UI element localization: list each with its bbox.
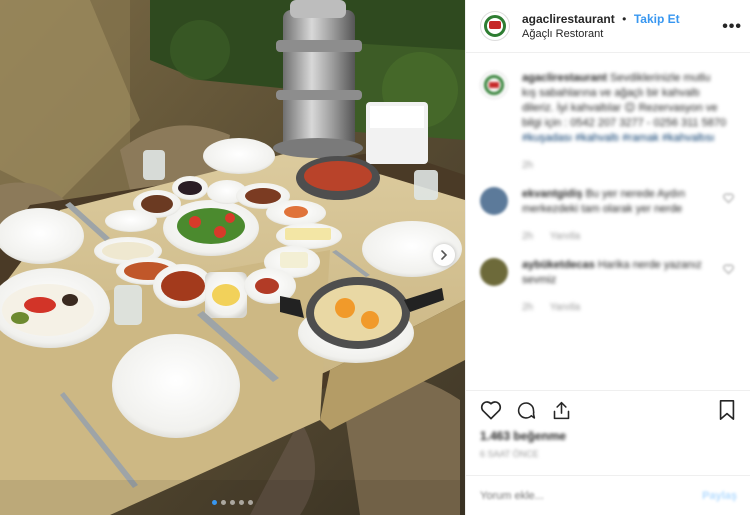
post-photo[interactable] — [0, 0, 465, 515]
carousel-dot — [212, 500, 217, 505]
breakfast-photo-illustration — [0, 0, 465, 515]
more-options-icon[interactable]: ••• — [722, 18, 742, 36]
carousel-dot — [221, 500, 226, 505]
post-time: 6 saat önce — [480, 449, 539, 459]
heart-icon[interactable] — [480, 400, 502, 420]
carousel-indicator — [0, 500, 465, 505]
commenter-avatar[interactable] — [480, 258, 508, 286]
chevron-right-icon — [441, 250, 448, 260]
likes-count[interactable]: 1.463 beğenme — [480, 429, 737, 443]
comment-heart-icon[interactable] — [723, 193, 734, 203]
carousel-dot — [239, 500, 244, 505]
comment-heart-icon[interactable] — [723, 264, 734, 274]
header-separator: • — [622, 11, 627, 26]
follow-button[interactable]: Takip Et — [634, 12, 680, 26]
comment-hashtags[interactable]: #kuşadası #kahvaltı #ramak #kahvaltısı — [522, 132, 715, 144]
bookmark-icon[interactable] — [717, 399, 737, 421]
carousel-dot — [248, 500, 253, 505]
commenter-username[interactable]: agaclirestaurant — [522, 72, 607, 84]
commenter-username[interactable]: aybüketdecas — [522, 259, 595, 271]
caption-comment: agaclirestaurant Sevdiklerinizle mutlu k… — [480, 71, 736, 173]
comments-list: agaclirestaurant Sevdiklerinizle mutlu k… — [466, 53, 750, 390]
commenter-avatar[interactable] — [480, 71, 508, 99]
carousel-next-button[interactable] — [433, 244, 455, 266]
post-comment-button[interactable]: Paylaş — [702, 490, 737, 502]
post-header: agaclirestaurant • Takip Et Ağaçlı Resto… — [466, 0, 750, 53]
comment-item: aybüketdecas Harika nerde yazanız sevmiz… — [480, 258, 736, 315]
profile-avatar[interactable] — [480, 11, 510, 41]
commenter-avatar[interactable] — [480, 187, 508, 215]
location-link[interactable]: Ağaçlı Restorant — [522, 27, 680, 42]
post-actions: 1.463 beğenme 6 saat önce — [466, 390, 750, 475]
comment-item: ekvantgidiş Bu yer nerede Aydın merkezde… — [480, 187, 736, 244]
comment-time: 2h — [522, 160, 534, 171]
share-icon[interactable] — [551, 400, 572, 421]
comment-time: 2h — [522, 231, 534, 242]
carousel-dot — [230, 500, 235, 505]
commenter-username[interactable]: ekvantgidiş — [522, 188, 583, 200]
comment-time: 2h — [522, 302, 534, 313]
comment-input[interactable] — [480, 489, 703, 502]
reply-button[interactable]: Yanıtla — [550, 231, 580, 242]
add-comment-bar: Paylaş — [466, 475, 750, 515]
post-side-panel: agaclirestaurant • Takip Et Ağaçlı Resto… — [465, 0, 750, 515]
comment-icon[interactable] — [516, 400, 537, 421]
username-link[interactable]: agaclirestaurant — [522, 12, 615, 26]
reply-button[interactable]: Yanıtla — [550, 302, 580, 313]
